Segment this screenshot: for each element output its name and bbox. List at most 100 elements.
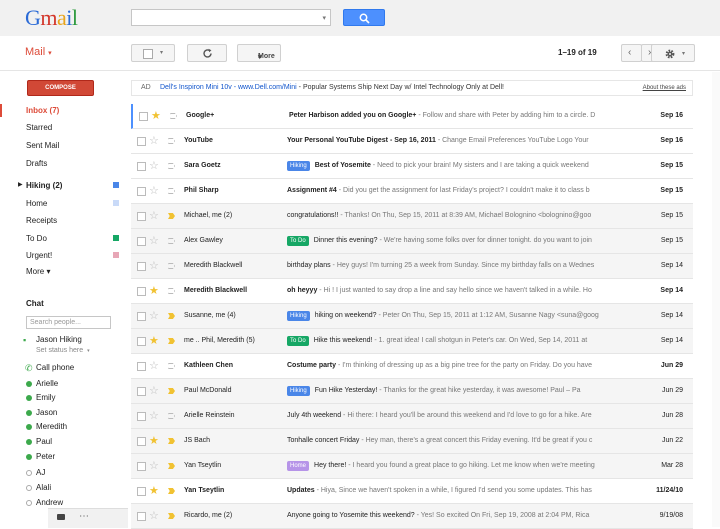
email-row[interactable]: ☆ Meredith Blackwell birthday plans - Hey …: [131, 254, 693, 279]
importance-marker-icon[interactable]: [168, 513, 175, 519]
star-icon[interactable]: ☆: [149, 254, 159, 278]
search-input[interactable]: ▾: [131, 9, 331, 26]
email-row[interactable]: ☆ Yan Tseytlin Home Hey there! - I heard yo…: [131, 454, 693, 479]
row-checkbox[interactable]: [137, 462, 146, 471]
row-checkbox[interactable]: [137, 287, 146, 296]
label-tag[interactable]: Hiking: [287, 311, 310, 321]
importance-marker-icon[interactable]: [168, 413, 175, 419]
row-checkbox[interactable]: [137, 337, 146, 346]
row-checkbox[interactable]: [137, 137, 146, 146]
star-icon[interactable]: ☆: [149, 229, 159, 253]
sidebar-item[interactable]: To Do: [0, 232, 125, 245]
sidebar-item[interactable]: Home: [0, 197, 125, 210]
row-checkbox[interactable]: [137, 162, 146, 171]
gmail-logo[interactable]: Gmail: [25, 6, 78, 30]
label-tag[interactable]: Home: [287, 461, 310, 471]
row-checkbox[interactable]: [137, 512, 146, 521]
star-icon[interactable]: ☆: [149, 504, 159, 528]
sidebar-item[interactable]: Receipts: [0, 214, 125, 227]
search-options-chevron-icon[interactable]: ▾: [322, 14, 326, 22]
label-color-swatch[interactable]: [113, 252, 119, 258]
about-ads-link[interactable]: About these ads: [643, 81, 686, 95]
label-tag[interactable]: Hiking: [287, 161, 310, 171]
star-icon[interactable]: ★: [149, 279, 159, 303]
chat-search-input[interactable]: Search people...: [26, 316, 111, 329]
email-row[interactable]: ★ Google+ Peter Harbison added you on Goog…: [131, 104, 693, 129]
expand-arrow-icon[interactable]: ▶: [18, 179, 23, 192]
importance-marker-icon[interactable]: [168, 238, 175, 244]
sidebar-item[interactable]: Drafts: [0, 157, 125, 170]
row-checkbox[interactable]: [137, 262, 146, 271]
importance-marker-icon[interactable]: [168, 263, 175, 269]
search-button[interactable]: [343, 9, 385, 26]
importance-marker-icon[interactable]: [168, 288, 175, 294]
importance-marker-icon[interactable]: [168, 488, 175, 494]
label-color-swatch[interactable]: [113, 200, 119, 206]
label-color-swatch[interactable]: [113, 235, 119, 241]
more-options-icon[interactable]: ⋯: [79, 511, 90, 522]
email-row[interactable]: ☆ Ricardo, me (2) Anyone going to Yosemite…: [131, 504, 693, 529]
label-tag[interactable]: To Do: [287, 236, 309, 246]
star-icon[interactable]: ★: [149, 479, 159, 503]
label-tag[interactable]: Hiking: [287, 386, 310, 396]
set-status-dropdown[interactable]: Set status here ▾: [36, 347, 90, 354]
email-row[interactable]: ☆ Alex Gawley To Do Dinner this evening? - …: [131, 229, 693, 254]
importance-marker-icon[interactable]: [168, 213, 175, 219]
star-icon[interactable]: ☆: [149, 354, 159, 378]
settings-button[interactable]: ▾: [651, 44, 695, 62]
star-icon[interactable]: ☆: [149, 379, 159, 403]
email-row[interactable]: ★ Yan Tseytlin Updates - Hiya, Since we ha…: [131, 479, 693, 504]
more-button[interactable]: More ▾: [237, 44, 281, 62]
row-checkbox[interactable]: [137, 187, 146, 196]
scrollbar[interactable]: [712, 72, 720, 527]
row-checkbox[interactable]: [139, 112, 148, 121]
email-row[interactable]: ☆ Phil Sharp Assignment #4 - Did you get t…: [131, 179, 693, 204]
star-icon[interactable]: ☆: [149, 454, 159, 478]
star-icon[interactable]: ★: [149, 329, 159, 353]
star-icon[interactable]: ★: [151, 104, 161, 128]
importance-marker-icon[interactable]: [168, 388, 175, 394]
row-checkbox[interactable]: [137, 312, 146, 321]
importance-marker-icon[interactable]: [168, 138, 175, 144]
importance-marker-icon[interactable]: [168, 463, 175, 469]
star-icon[interactable]: ☆: [149, 304, 159, 328]
importance-marker-icon[interactable]: [168, 188, 175, 194]
email-row[interactable]: ☆ YouTube Your Personal YouTube Digest - S…: [131, 129, 693, 154]
star-icon[interactable]: ☆: [149, 154, 159, 178]
sidebar-item[interactable]: Urgent!: [0, 249, 125, 262]
label-tag[interactable]: To Do: [287, 336, 309, 346]
row-checkbox[interactable]: [137, 237, 146, 246]
email-row[interactable]: ☆ Paul McDonald Hiking Fun Hike Yesterday! …: [131, 379, 693, 404]
ad-link[interactable]: Dell's Inspiron Mini 10v - www.Dell.com/…: [160, 84, 297, 91]
compose-button[interactable]: COMPOSE: [27, 80, 94, 96]
select-checkbox[interactable]: [143, 49, 153, 59]
newer-button[interactable]: ‹: [621, 44, 642, 62]
email-row[interactable]: ☆ Sara Goetz Hiking Best of Yosemite - Need…: [131, 154, 693, 179]
row-checkbox[interactable]: [137, 437, 146, 446]
mail-menu[interactable]: Mail ▾: [25, 46, 52, 58]
sidebar-item[interactable]: Inbox (7): [0, 104, 125, 117]
sidebar-item[interactable]: Sent Mail: [0, 139, 125, 152]
star-icon[interactable]: ☆: [149, 179, 159, 203]
email-row[interactable]: ★ JS Bach Tonhalle concert Friday - Hey ma…: [131, 429, 693, 454]
email-row[interactable]: ☆ Susanne, me (4) Hiking hiking on weekend?…: [131, 304, 693, 329]
email-row[interactable]: ★ Meredith Blackwell oh heyyy - Hi ! I jus…: [131, 279, 693, 304]
sidebar-item[interactable]: Starred: [0, 121, 125, 134]
refresh-button[interactable]: [187, 44, 227, 62]
chat-bubble-icon[interactable]: [57, 514, 65, 520]
sidebar-item[interactable]: ▶ Hiking (2): [0, 179, 125, 192]
star-icon[interactable]: ★: [149, 429, 159, 453]
label-color-swatch[interactable]: [113, 182, 119, 188]
select-all-button[interactable]: ▾: [131, 44, 175, 62]
importance-marker-icon[interactable]: [170, 113, 177, 119]
importance-marker-icon[interactable]: [168, 313, 175, 319]
email-row[interactable]: ☆ Michael, me (2) congratulations!! - Than…: [131, 204, 693, 229]
email-row[interactable]: ☆ Kathleen Chen Costume party - I'm thinki…: [131, 354, 693, 379]
star-icon[interactable]: ☆: [149, 404, 159, 428]
row-checkbox[interactable]: [137, 412, 146, 421]
row-checkbox[interactable]: [137, 387, 146, 396]
row-checkbox[interactable]: [137, 362, 146, 371]
email-row[interactable]: ☆ Arielle Reinstein July 4th weekend - Hi …: [131, 404, 693, 429]
sidebar-item[interactable]: More ▾: [0, 265, 125, 278]
email-row[interactable]: ★ me .. Phil, Meredith (5) To Do Hike this …: [131, 329, 693, 354]
